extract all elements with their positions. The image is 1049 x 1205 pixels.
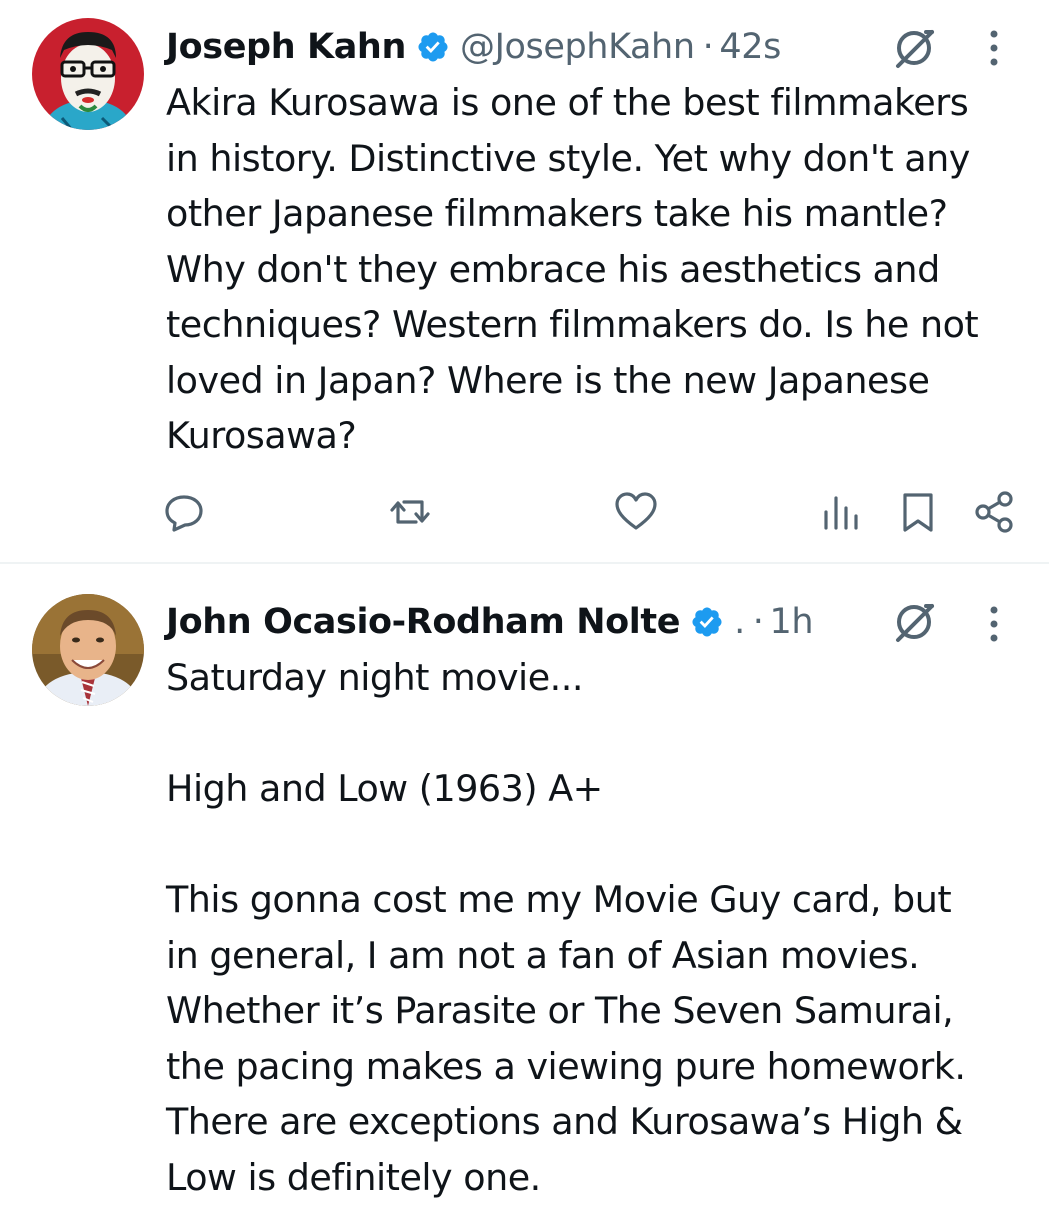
verified-badge-icon — [690, 605, 724, 639]
grok-icon[interactable] — [890, 24, 938, 72]
separator: · — [702, 27, 714, 67]
more-options-icon[interactable] — [982, 28, 1006, 68]
tweet-text: Saturday night movie... High and Low (19… — [166, 656, 966, 1199]
tweet-header: John Ocasio-Rodham Nolte . · 1h — [166, 596, 814, 648]
grok-icon[interactable] — [890, 598, 938, 646]
views-icon[interactable] — [818, 488, 866, 536]
author-name[interactable]: John Ocasio-Rodham Nolte — [166, 602, 680, 642]
timestamp[interactable]: 42s — [719, 27, 781, 67]
tweet[interactable]: John Ocasio-Rodham Nolte . · 1h Saturday… — [0, 564, 1049, 1200]
avatar[interactable] — [32, 594, 144, 706]
author-handle[interactable]: @JosephKahn — [460, 27, 695, 67]
verified-badge-icon — [416, 30, 450, 64]
avatar[interactable] — [32, 18, 144, 130]
tweet-text: Akira Kurosawa is one of the best filmma… — [166, 81, 979, 457]
timestamp[interactable]: 1h — [770, 602, 814, 642]
more-options-icon[interactable] — [982, 604, 1006, 644]
bookmark-icon[interactable] — [894, 488, 942, 536]
reply-icon[interactable] — [160, 488, 208, 536]
share-icon[interactable] — [970, 488, 1018, 536]
author-handle[interactable]: . — [734, 602, 745, 642]
separator: · — [752, 602, 764, 642]
retweet-icon[interactable] — [386, 488, 434, 536]
author-name[interactable]: Joseph Kahn — [166, 27, 406, 67]
tweet[interactable]: Joseph Kahn @JosephKahn · 42s Akira Kuro… — [0, 0, 1049, 562]
tweet-header: Joseph Kahn @JosephKahn · 42s — [166, 21, 781, 73]
like-icon[interactable] — [612, 488, 660, 536]
